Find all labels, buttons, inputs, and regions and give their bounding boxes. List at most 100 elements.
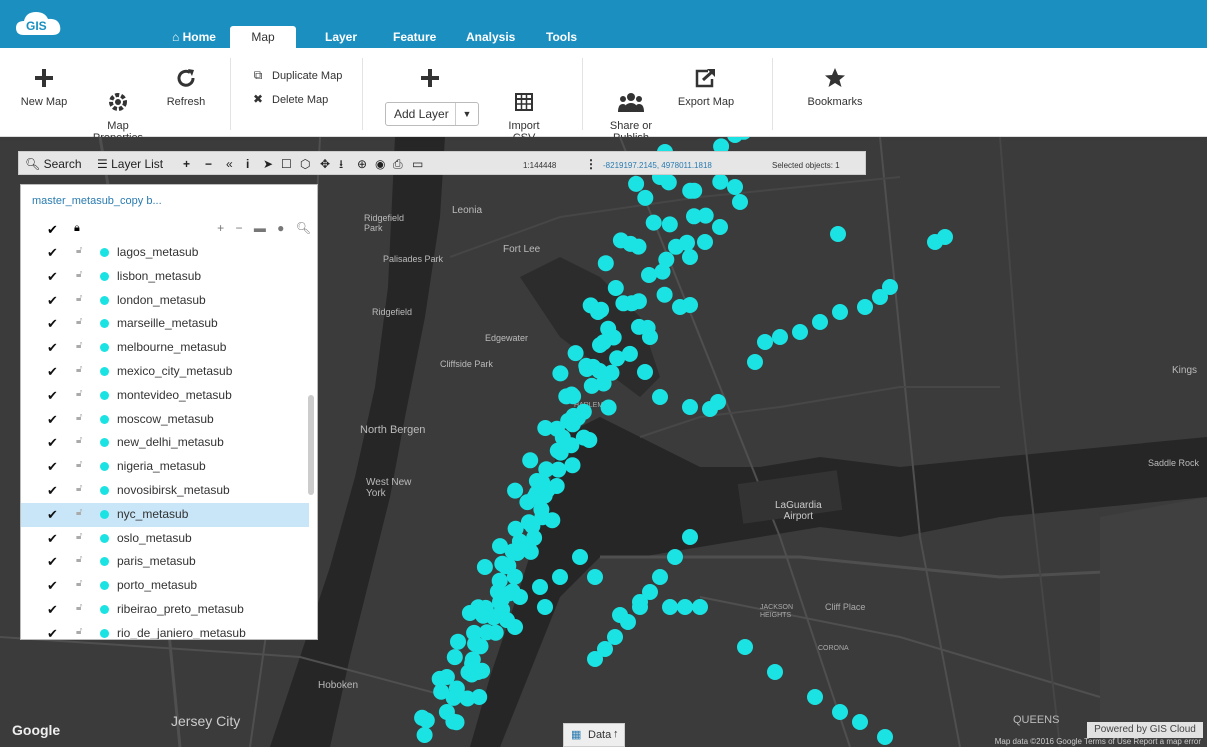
print-icon[interactable]: ⎙ xyxy=(393,155,403,173)
unlock-icon[interactable]: 🔓︎ xyxy=(76,316,82,327)
box-select-icon[interactable]: ☐ xyxy=(281,155,292,173)
unlock-icon[interactable]: 🔓︎ xyxy=(76,459,82,470)
export-map-button[interactable]: Export Map xyxy=(676,66,736,108)
sample-point[interactable] xyxy=(667,549,683,565)
sample-point[interactable] xyxy=(621,345,638,362)
sample-point[interactable] xyxy=(485,609,502,626)
layer-row[interactable]: ✔ 🔓︎ nigeria_metasub xyxy=(21,455,309,479)
sample-point[interactable] xyxy=(478,624,495,641)
sample-point[interactable] xyxy=(552,444,569,461)
sample-point[interactable] xyxy=(732,194,748,210)
scrollbar-thumb[interactable] xyxy=(308,395,314,495)
folder-icon[interactable]: ▬ xyxy=(254,221,266,235)
remove-layer-icon[interactable]: − xyxy=(235,221,242,235)
sample-point[interactable] xyxy=(727,179,743,195)
sample-point[interactable] xyxy=(534,509,551,526)
layer-row[interactable]: ✔ 🔓︎ mexico_city_metasub xyxy=(21,360,309,384)
sample-point[interactable] xyxy=(511,533,528,550)
sample-point[interactable] xyxy=(512,589,528,605)
sample-point[interactable] xyxy=(652,569,668,585)
sample-point[interactable] xyxy=(682,399,698,415)
sample-point[interactable] xyxy=(615,295,632,312)
sample-point[interactable] xyxy=(552,569,568,585)
sample-point[interactable] xyxy=(832,704,848,720)
sample-point[interactable] xyxy=(679,234,695,251)
tab-feature[interactable]: Feature xyxy=(393,26,436,48)
sample-point[interactable] xyxy=(656,286,673,303)
sample-point[interactable] xyxy=(450,633,466,650)
add-layer-icon[interactable]: + xyxy=(217,221,224,235)
sample-point[interactable] xyxy=(418,712,435,729)
user-icon[interactable]: ● xyxy=(277,221,284,235)
visibility-check-icon[interactable]: ✔ xyxy=(47,531,58,547)
new-map-button[interactable]: New Map xyxy=(20,66,68,108)
sample-point[interactable] xyxy=(712,173,729,190)
polygon-select-icon[interactable]: ⬡ xyxy=(300,155,310,173)
sample-point[interactable] xyxy=(607,280,624,296)
sample-point[interactable] xyxy=(852,714,868,730)
unlock-icon[interactable]: 🔓︎ xyxy=(76,340,82,351)
visibility-check-icon[interactable]: ✔ xyxy=(47,364,58,380)
gis-cloud-logo[interactable]: GIS xyxy=(14,7,64,39)
sample-point[interactable] xyxy=(682,297,698,313)
visibility-check-icon[interactable]: ✔ xyxy=(47,316,58,332)
unlock-icon[interactable]: 🔓︎ xyxy=(76,412,82,423)
layer-row[interactable]: ✔ 🔓︎ new_delhi_metasub xyxy=(21,431,309,455)
sample-point[interactable] xyxy=(807,689,823,705)
sample-point[interactable] xyxy=(710,394,726,410)
sample-point[interactable] xyxy=(600,399,617,416)
sample-point[interactable] xyxy=(558,388,575,405)
sample-point[interactable] xyxy=(461,605,478,621)
layer-row[interactable]: ✔ 🔓︎ novosibirsk_metasub xyxy=(21,479,309,503)
sample-point[interactable] xyxy=(532,579,548,595)
sample-point[interactable] xyxy=(416,727,433,743)
sample-point[interactable] xyxy=(877,729,893,745)
unlock-icon[interactable]: 🔓︎ xyxy=(76,364,82,375)
sample-point[interactable] xyxy=(572,549,588,565)
unlock-icon[interactable]: 🔓︎ xyxy=(76,507,82,518)
sample-point[interactable] xyxy=(528,485,545,502)
zoom-layer-icon[interactable]: 🔍︎ xyxy=(296,221,311,235)
sample-point[interactable] xyxy=(522,452,539,469)
sample-point[interactable] xyxy=(812,314,828,330)
sample-point[interactable] xyxy=(660,174,677,191)
sample-point[interactable] xyxy=(830,226,846,242)
sample-point[interactable] xyxy=(645,214,662,231)
sample-point[interactable] xyxy=(564,457,581,474)
unlock-icon[interactable]: 🔓︎ xyxy=(76,483,82,494)
share-publish-button[interactable]: Share or Publish xyxy=(603,66,659,144)
sample-point[interactable] xyxy=(446,649,463,666)
sample-point[interactable] xyxy=(476,559,493,575)
unlock-icon[interactable]: 🔓︎ xyxy=(76,435,82,446)
sample-point[interactable] xyxy=(507,619,523,635)
delete-map-button[interactable]: ✖ Delete Map xyxy=(250,92,328,106)
sample-point[interactable] xyxy=(474,662,491,679)
layer-row[interactable]: ✔ 🔓︎ ribeirao_preto_metasub xyxy=(21,598,309,622)
sample-point[interactable] xyxy=(677,599,693,615)
sample-point[interactable] xyxy=(587,651,603,667)
layer-row[interactable]: ✔ 🔓︎ montevideo_metasub xyxy=(21,384,309,408)
unlock-icon[interactable]: 🔓︎ xyxy=(76,626,82,637)
unlock-icon[interactable]: 🔓︎ xyxy=(76,578,82,589)
sample-point[interactable] xyxy=(662,599,678,615)
unlock-icon[interactable]: 🔓︎ xyxy=(76,293,82,304)
sample-point[interactable] xyxy=(792,324,808,340)
search-button[interactable]: 🔍︎ Search xyxy=(25,155,82,173)
pan-icon[interactable]: ✥ xyxy=(320,155,330,173)
visibility-check-icon[interactable]: ✔ xyxy=(47,554,58,570)
sample-point[interactable] xyxy=(459,690,476,707)
unlock-icon[interactable]: 🔓︎ xyxy=(76,269,82,280)
zoom-in-button[interactable]: + xyxy=(183,155,190,173)
unlock-icon[interactable]: 🔓︎ xyxy=(76,531,82,542)
visibility-check-icon[interactable]: ✔ xyxy=(47,459,58,475)
visibility-check-icon[interactable]: ✔ xyxy=(47,340,58,356)
tab-analysis[interactable]: Analysis xyxy=(466,26,515,48)
layer-list-button[interactable]: ☰ Layer List xyxy=(97,155,163,173)
sample-point[interactable] xyxy=(537,599,553,615)
zoom-out-button[interactable]: − xyxy=(205,155,212,173)
sample-point[interactable] xyxy=(637,364,653,380)
sample-point[interactable] xyxy=(857,299,873,315)
sample-point[interactable] xyxy=(630,238,647,255)
visibility-check-icon[interactable]: ✔ xyxy=(47,626,58,639)
sample-point[interactable] xyxy=(737,639,753,655)
